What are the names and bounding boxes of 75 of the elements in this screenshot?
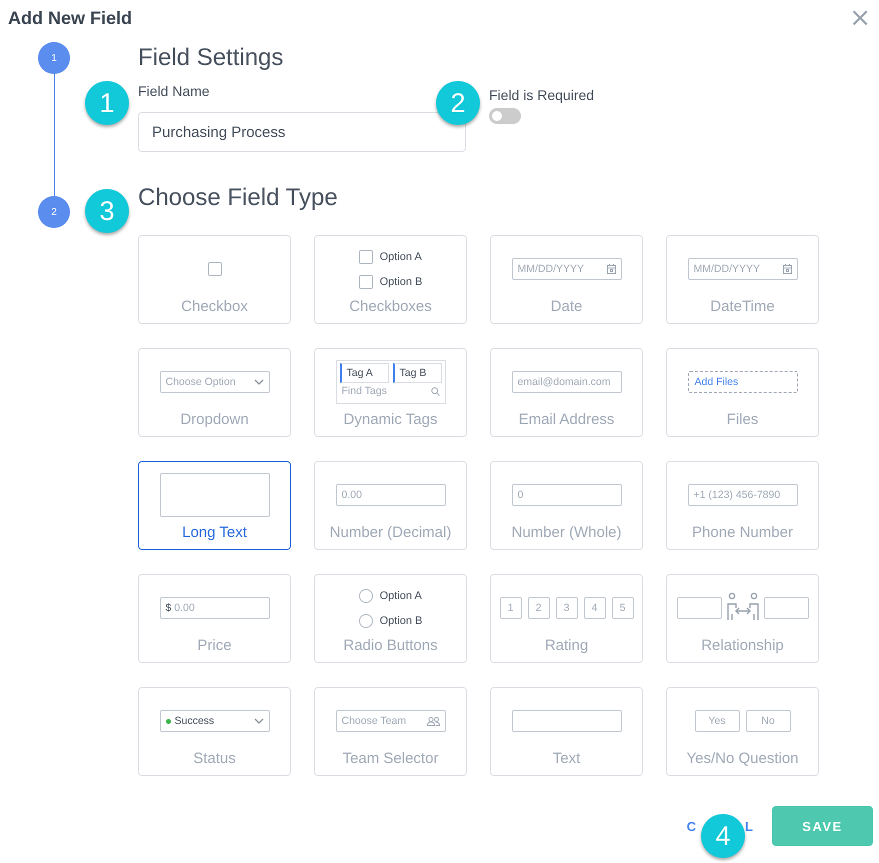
text-input: 0.00: [336, 484, 446, 506]
checkbox-icon: [358, 274, 373, 288]
field-label: Field Name: [138, 82, 211, 100]
option-label: Option B: [380, 614, 422, 626]
checkbox-icon: [358, 250, 373, 264]
tag-chip: Tag A: [340, 363, 388, 383]
rating-box: 2: [528, 597, 550, 619]
rating-box: 4: [584, 597, 606, 619]
answer-option: No: [746, 710, 790, 732]
text-input: email@domain.com: [512, 371, 622, 393]
field-type-card[interactable]: +1 (123) 456-7890 Phone Number: [666, 461, 819, 550]
field-type-card[interactable]: Add Files Files: [666, 348, 819, 437]
status-dropdown: Success: [160, 710, 270, 732]
rating-box: 5: [612, 597, 634, 619]
callout-badge: 3: [85, 189, 129, 233]
required-toggle[interactable]: [489, 108, 521, 124]
rating-box: 3: [556, 597, 578, 619]
date-input: MM/DD/YYYY: [512, 258, 622, 280]
option-label: Option B: [380, 276, 422, 288]
field-type-card[interactable]: 0.00 Number (Decimal): [314, 461, 467, 550]
callout-badge: 2: [436, 81, 480, 125]
date-input: MM/DD/YYYY: [688, 258, 798, 280]
rating-box: 1: [500, 597, 522, 619]
field-type-card[interactable]: Checkbox: [138, 235, 291, 324]
add-files-button: Add Files: [688, 371, 798, 393]
radio-icon: [358, 588, 373, 602]
field-type-card[interactable]: Long Text: [138, 461, 291, 550]
text-input: 0: [512, 484, 622, 506]
field-type-card[interactable]: $ 0.00 Price: [138, 574, 291, 663]
field-type-card[interactable]: MM/DD/YYYY Date: [490, 235, 643, 324]
cancel-link[interactable]: L: [745, 818, 754, 834]
radio-icon: [358, 614, 373, 628]
save-button[interactable]: SAVE: [772, 806, 873, 846]
field-type-card[interactable]: Relationship: [666, 574, 819, 663]
price-input: $ 0.00: [160, 597, 270, 619]
dialog-title: Add New Field: [8, 8, 132, 28]
option-label: Option A: [380, 250, 422, 262]
field-type-card[interactable]: 1 2 3 4 5 Rating: [490, 574, 643, 663]
field-type-card[interactable]: Choose Team Team Selector: [314, 687, 467, 776]
dropdown-input: Choose Option: [160, 371, 270, 393]
calendar-icon: [606, 264, 616, 274]
field-type-card[interactable]: Choose Option Dropdown: [138, 348, 291, 437]
option-label: Option A: [380, 590, 422, 602]
field-type-card[interactable]: email@domain.com Email Address: [490, 348, 643, 437]
callout-badge: 4: [701, 814, 745, 858]
chevron-down-icon: [254, 379, 264, 385]
field-type-card[interactable]: MM/DD/YYYY DateTime: [666, 235, 819, 324]
checkbox-icon: [208, 262, 222, 276]
section-heading: Field Settings: [138, 43, 284, 73]
placeholder-text: Find Tags: [342, 385, 387, 397]
field-name-input[interactable]: Purchasing Process: [138, 112, 466, 152]
record-box: [676, 597, 722, 619]
section-heading: Choose Field Type: [138, 183, 339, 213]
text-input: +1 (123) 456-7890: [688, 484, 798, 506]
field-type-card[interactable]: Tag A Tag B Find Tags Dynamic Tags: [314, 348, 467, 437]
search-icon: [430, 386, 440, 396]
step-marker: 1: [38, 42, 70, 74]
field-type-card[interactable]: Yes No Yes/No Question: [666, 687, 819, 776]
answer-option: Yes: [694, 710, 740, 732]
chevron-down-icon: [254, 718, 264, 724]
field-type-card[interactable]: Success Status: [138, 687, 291, 776]
field-type-card[interactable]: Option A Option B Checkboxes: [314, 235, 467, 324]
step-marker: 2: [38, 196, 70, 228]
people-icon: [426, 716, 440, 726]
team-input: Choose Team: [336, 710, 446, 732]
calendar-icon: [782, 264, 792, 274]
field-type-card[interactable]: Option A Option B Radio Buttons: [314, 574, 467, 663]
cancel-link[interactable]: C: [686, 818, 698, 834]
close-button[interactable]: ×: [845, 8, 875, 28]
field-type-card[interactable]: Text: [490, 687, 643, 776]
tag-chip: Tag B: [392, 363, 442, 383]
field-label: Field is Required: [489, 86, 594, 104]
field-type-card[interactable]: 0 Number (Whole): [490, 461, 643, 550]
record-box: [764, 597, 808, 619]
callout-badge: 1: [85, 81, 129, 125]
